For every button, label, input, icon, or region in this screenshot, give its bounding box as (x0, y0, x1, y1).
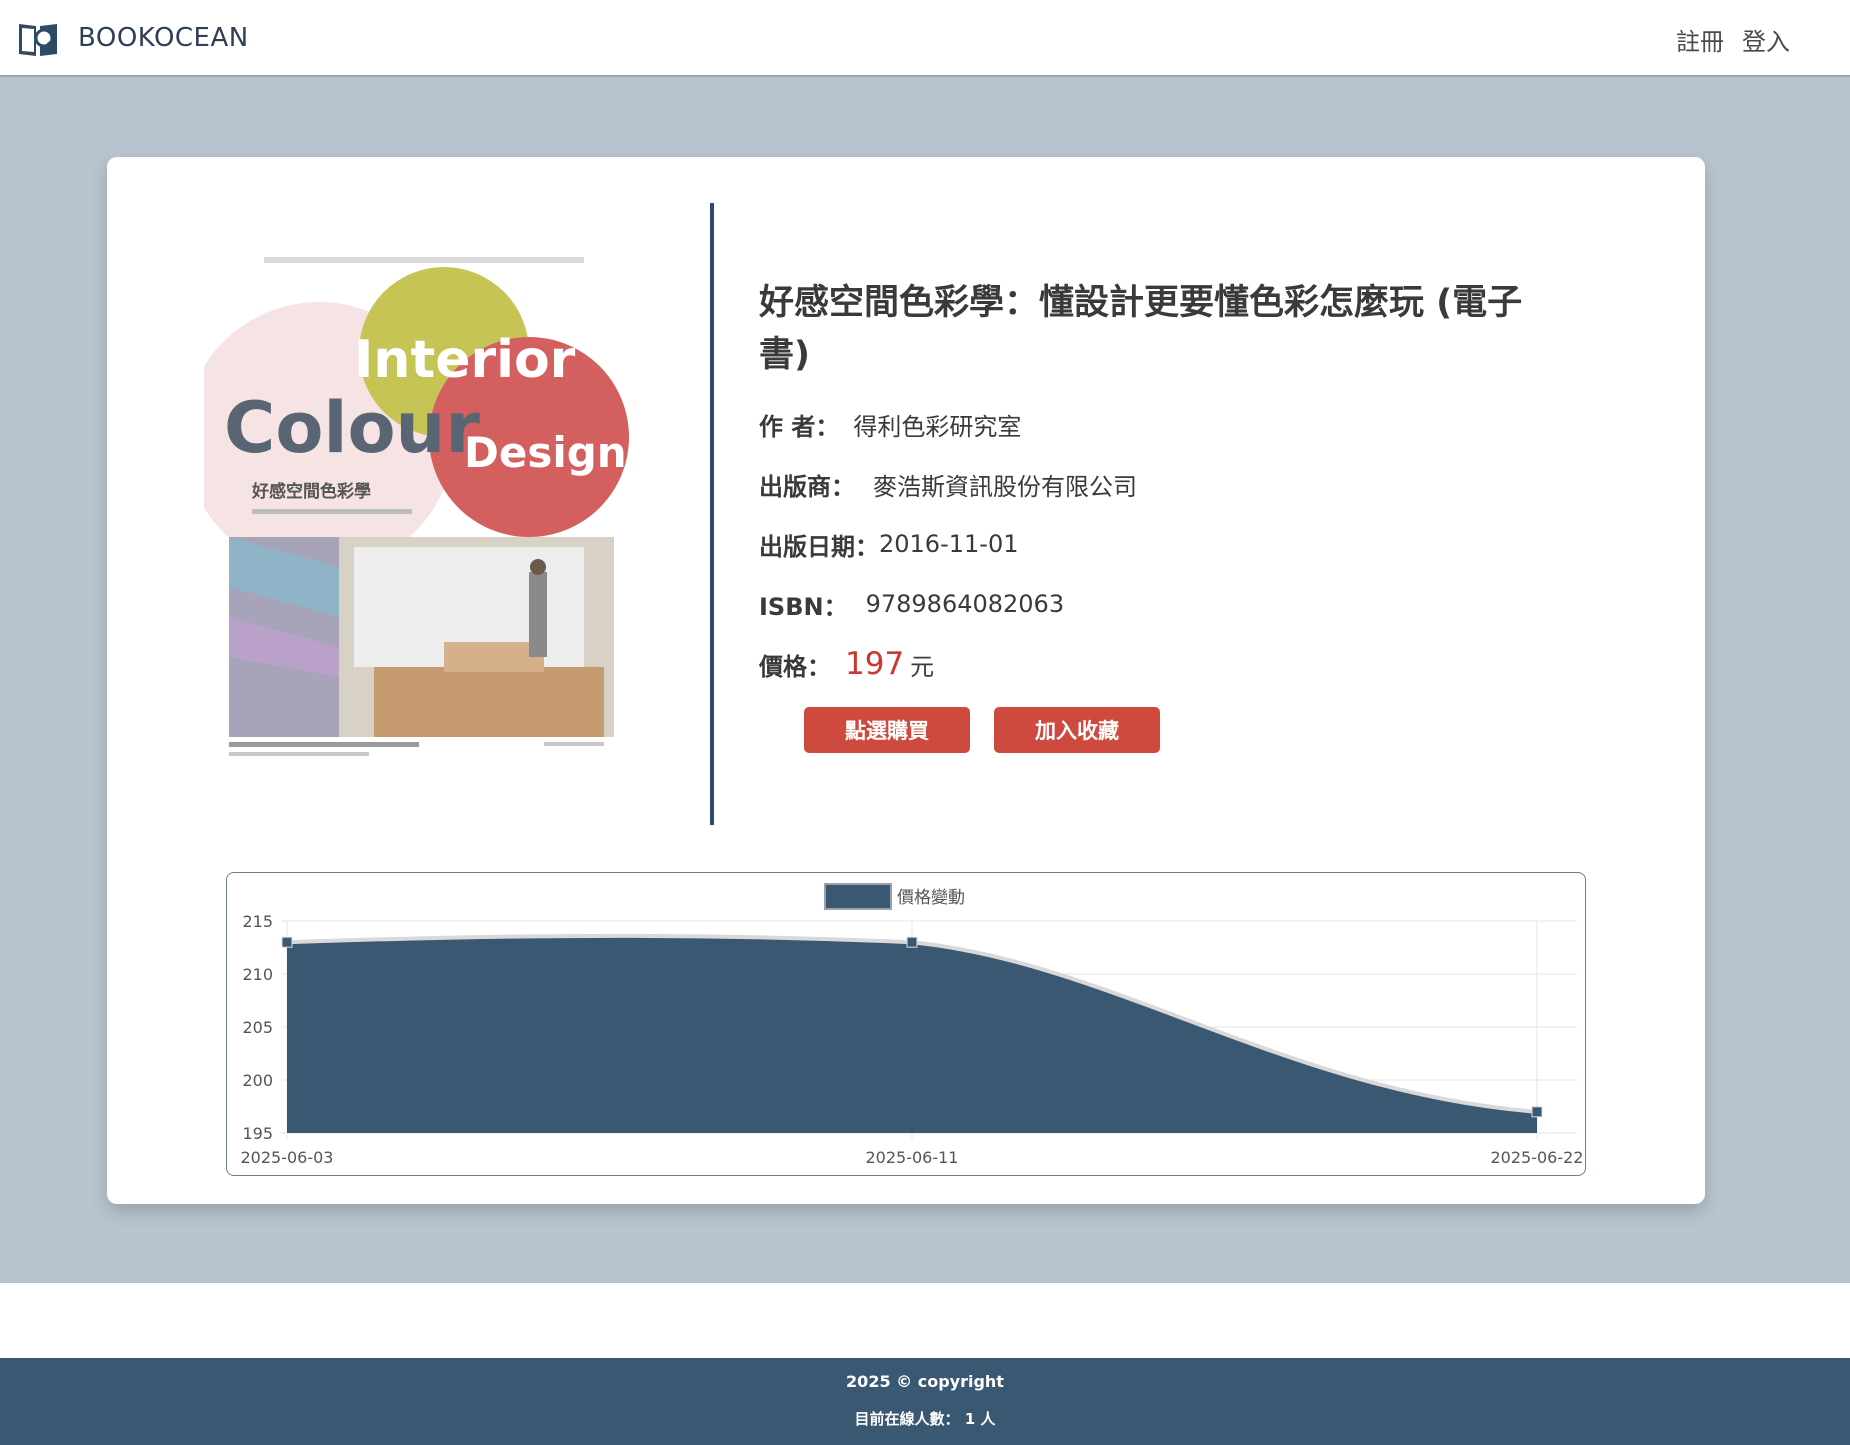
footer: 2025 © copyright 目前在線人數： 1 人 (0, 1358, 1850, 1445)
price-unit: 元 (910, 652, 935, 681)
publisher-label: 出版商： (759, 472, 855, 501)
legend-label: 價格變動 (897, 888, 965, 908)
cover-word-colour: Colour (224, 387, 480, 469)
add-favorite-button[interactable]: 加入收藏 (994, 707, 1160, 753)
y-tick-label: 215 (242, 912, 273, 931)
price-point (281, 936, 293, 948)
publish-date-label: 出版日期： (759, 532, 879, 561)
author-label: 作 者： (759, 412, 840, 441)
legend-swatch (824, 883, 892, 910)
publisher-row: 出版商： 麥浩斯資訊股份有限公司 (759, 463, 1539, 505)
price-value: 197 (845, 646, 905, 682)
brand[interactable]: BOOKOCEAN (16, 14, 249, 62)
isbn-label: ISBN： (759, 592, 848, 621)
online-count-text: 目前在線人數： 1 人 (854, 1410, 996, 1428)
isbn-row: ISBN： 9789864082063 (759, 583, 1539, 625)
price-chart-svg: 價格變動 215 210 205 200 195 2025-06-03 2025-06-11… (241, 883, 1584, 1167)
book-detail-card: Interior Colour Design 好感空間色彩學 好感空間色彩學：懂… (107, 157, 1705, 1204)
y-tick-label: 195 (242, 1124, 273, 1143)
author-row: 作 者： 得利色彩研究室 (759, 403, 1539, 445)
buy-button[interactable]: 點選購買 (804, 707, 970, 753)
price-history-chart: 價格變動 215 210 205 200 195 2025-06-03 2025-06-11… (226, 872, 1586, 1176)
x-tick-label: 2025-06-22 (1491, 1148, 1584, 1167)
price-label: 價格： (759, 652, 831, 681)
brand-name: BOOKOCEAN (78, 23, 249, 53)
publish-date-row: 出版日期： 2016-11-01 (759, 523, 1539, 565)
top-navbar: BOOKOCEAN 註冊 登入 (0, 0, 1850, 77)
price-area-fill (287, 935, 1537, 1133)
price-row: 價格： 197 元 (759, 643, 1539, 685)
cover-word-design: Design (464, 428, 627, 477)
book-title: 好感空間色彩學：懂設計更要懂色彩怎麼玩 (電子書) (759, 283, 1523, 375)
book-search-logo-icon (19, 24, 57, 56)
register-link[interactable]: 註冊 (1676, 22, 1724, 57)
price-point (906, 936, 918, 948)
action-buttons: 點選購買 加入收藏 (804, 707, 1539, 753)
x-tick-label: 2025-06-03 (241, 1148, 334, 1167)
y-tick-label: 210 (242, 965, 273, 984)
auth-nav: 註冊 登入 (1676, 22, 1790, 57)
login-link[interactable]: 登入 (1742, 22, 1790, 57)
y-tick-label: 205 (242, 1018, 273, 1037)
y-tick-label: 200 (242, 1071, 273, 1090)
cover-subtitle: 好感空間色彩學 (251, 481, 371, 502)
book-cover-image: Interior Colour Design 好感空間色彩學 (204, 237, 637, 777)
isbn-value: 9789864082063 (865, 590, 1065, 618)
cover-word-interior: Interior (354, 330, 576, 390)
author-value: 得利色彩研究室 (853, 412, 1022, 441)
vertical-divider (710, 203, 714, 825)
book-info: 好感空間色彩學：懂設計更要懂色彩怎麼玩 (電子書) 作 者： 得利色彩研究室 出… (759, 277, 1539, 753)
page-bottom-spacer (0, 1283, 1850, 1358)
copyright-text: 2025 © copyright (846, 1372, 1004, 1391)
publisher-value: 麥浩斯資訊股份有限公司 (873, 472, 1137, 501)
publish-date-value: 2016-11-01 (879, 530, 1019, 558)
x-tick-label: 2025-06-11 (866, 1148, 959, 1167)
price-point (1531, 1106, 1543, 1118)
